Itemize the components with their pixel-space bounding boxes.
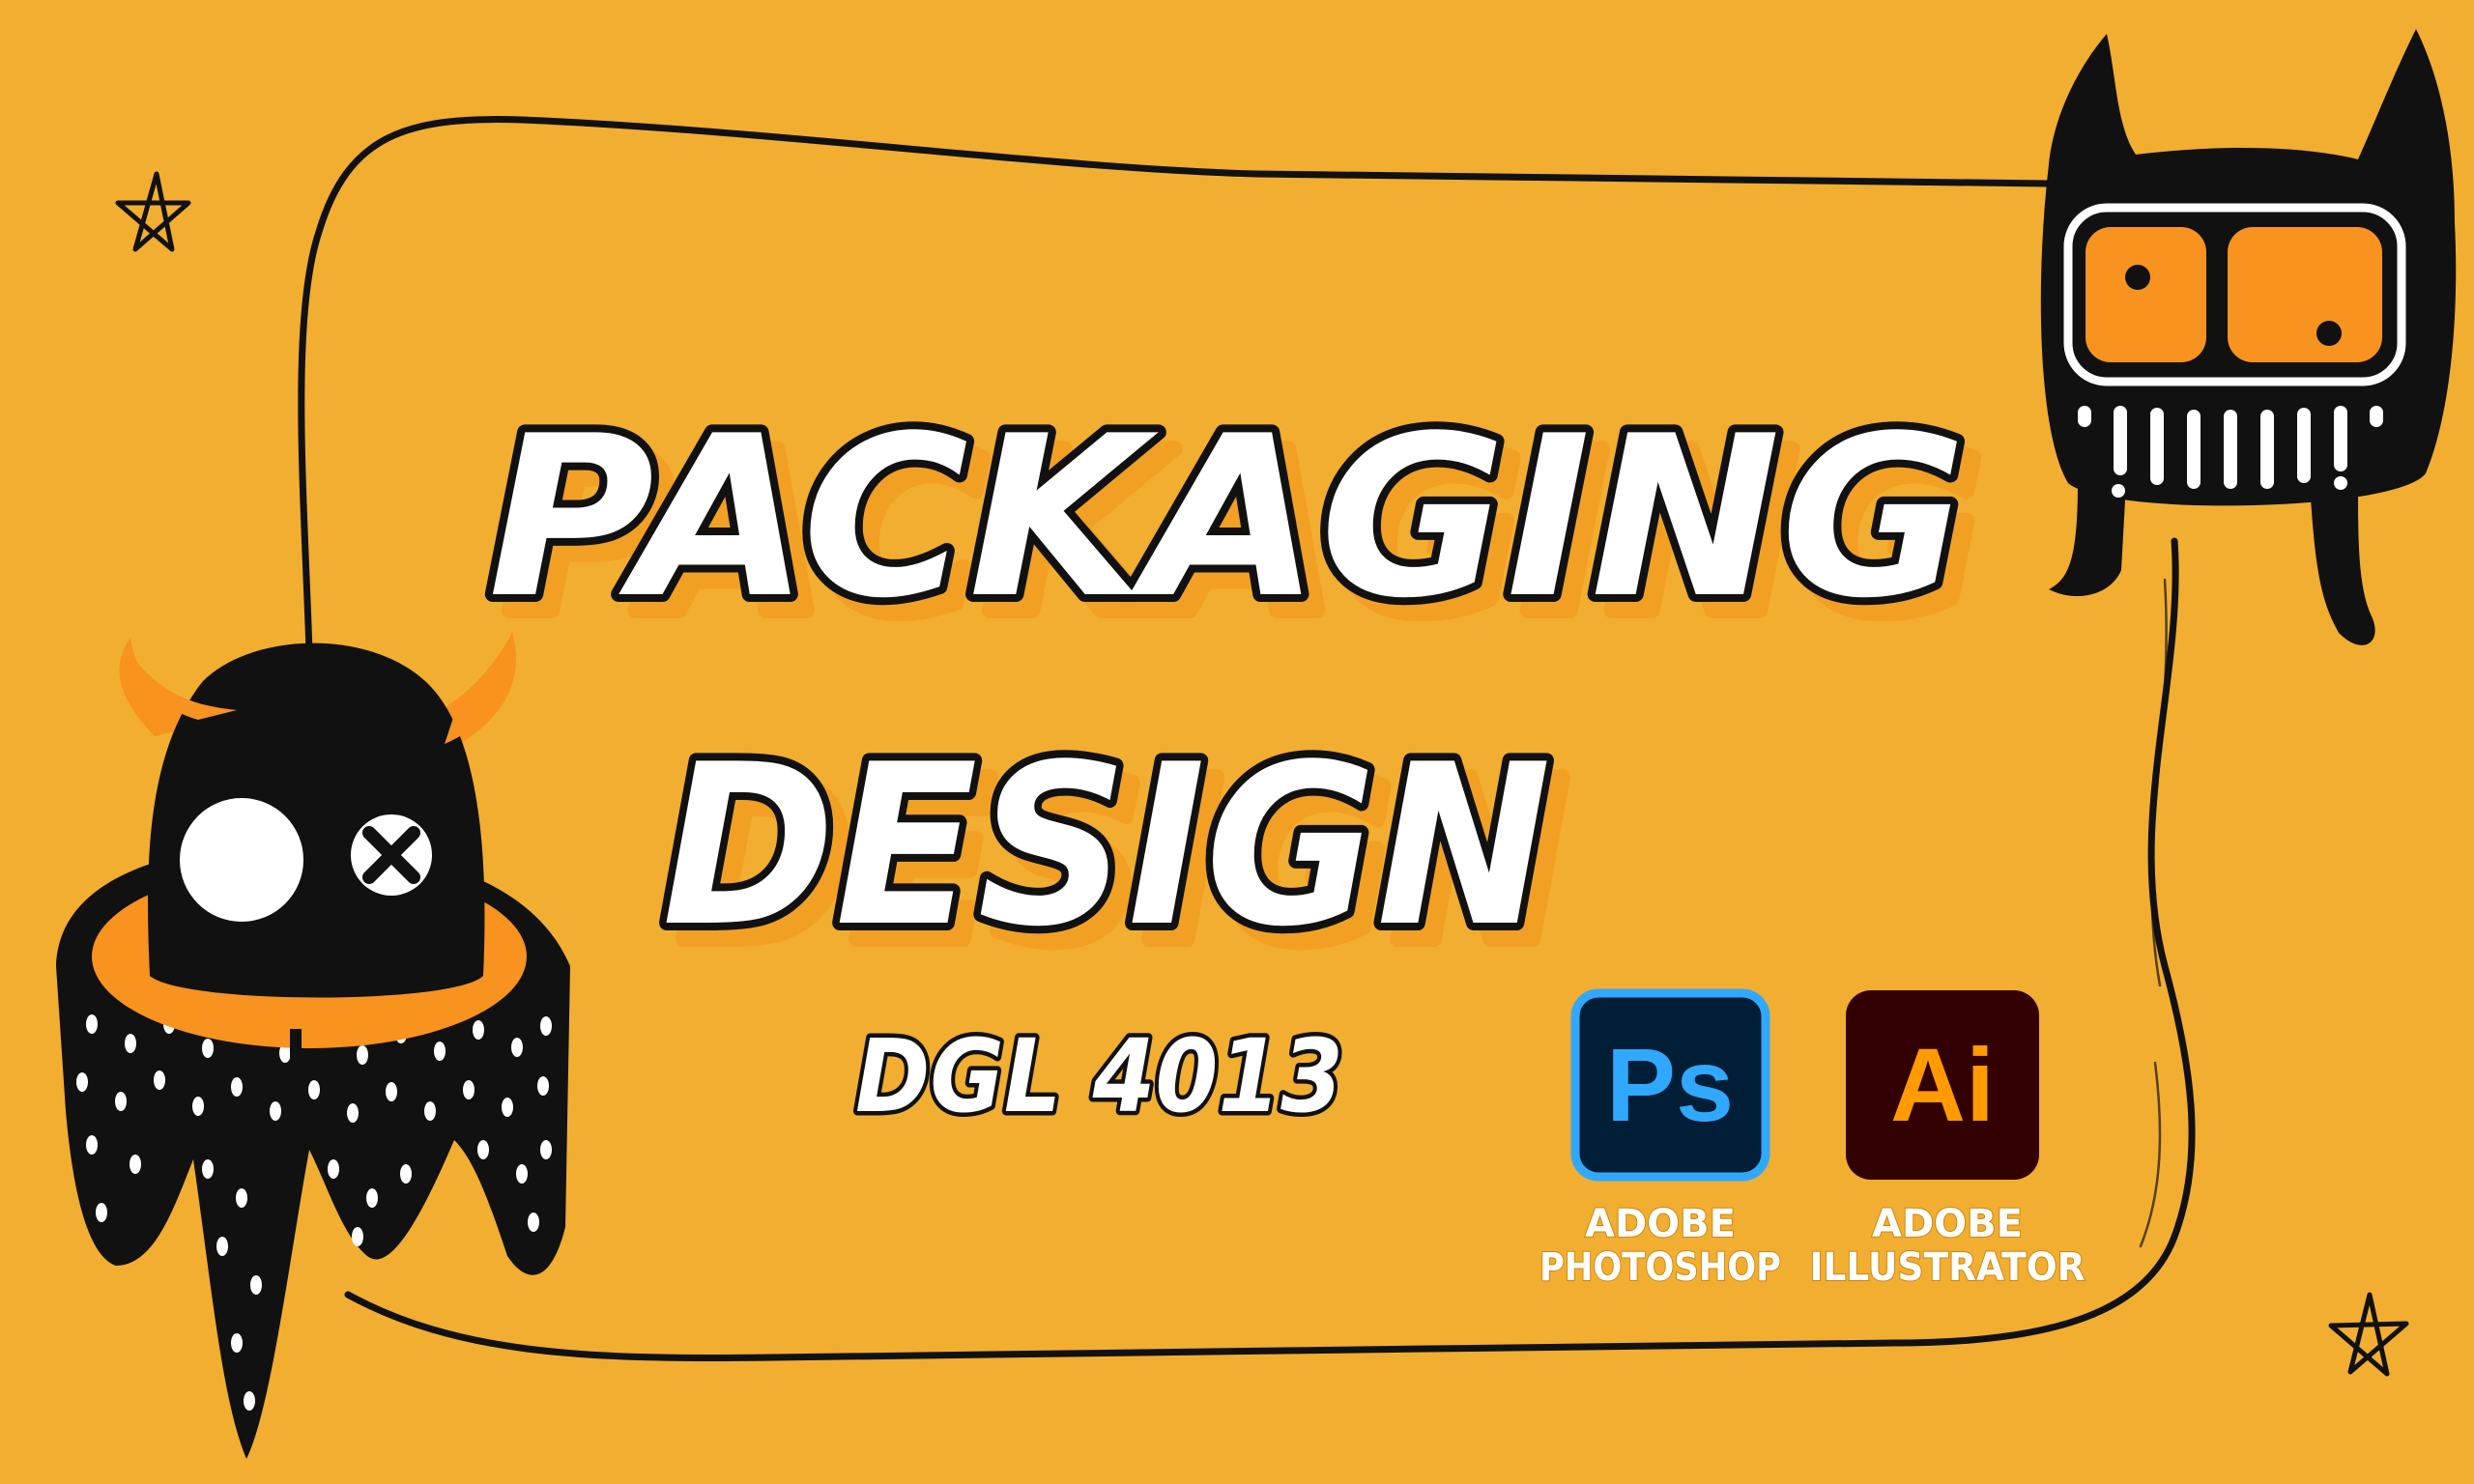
banner-canvas: PACKAGING PACKAGING DESIGN DESIGN DGL 40…	[0, 0, 2474, 1484]
illustrator-name-line2: ILLUSTRATOR	[1810, 1245, 2086, 1290]
course-code: DGL 4013	[855, 1017, 1343, 1135]
photoshop-name-line2: PHOTOSHOP	[1539, 1245, 1781, 1290]
photoshop-icon-letters: Ps	[1606, 1026, 1734, 1143]
illustrator-icon-letters: Ai	[1890, 1026, 1995, 1143]
goggle-lens-right	[2228, 227, 2382, 362]
monster-leg-right	[2310, 483, 2375, 645]
title-line1: PACKAGING	[488, 389, 1967, 647]
monster-leg-left	[2049, 483, 2126, 597]
monster-eye-circle	[180, 798, 303, 922]
horned-monster-left	[56, 633, 570, 1459]
goggle-monster-right	[2040, 29, 2457, 645]
photoshop-name-line1: ADOBE	[1585, 1202, 1736, 1246]
photoshop-badge: Ps ADOBE PHOTOSHOP	[1539, 988, 1782, 1291]
banner-artwork: PACKAGING PACKAGING DESIGN DESIGN DGL 40…	[56, 29, 2457, 1459]
goggle-lens-left	[2086, 227, 2206, 362]
doodle-star-icon	[115, 171, 191, 252]
illustrator-name-line1: ADOBE	[1872, 1202, 2023, 1246]
hand-drawn-frame-echo	[2139, 578, 2168, 1248]
illustrator-badge: Ai ADOBE ILLUSTRATOR	[1809, 990, 2086, 1291]
doodle-star-icon	[2328, 1292, 2409, 1377]
title-line2: DESIGN	[662, 718, 1551, 976]
